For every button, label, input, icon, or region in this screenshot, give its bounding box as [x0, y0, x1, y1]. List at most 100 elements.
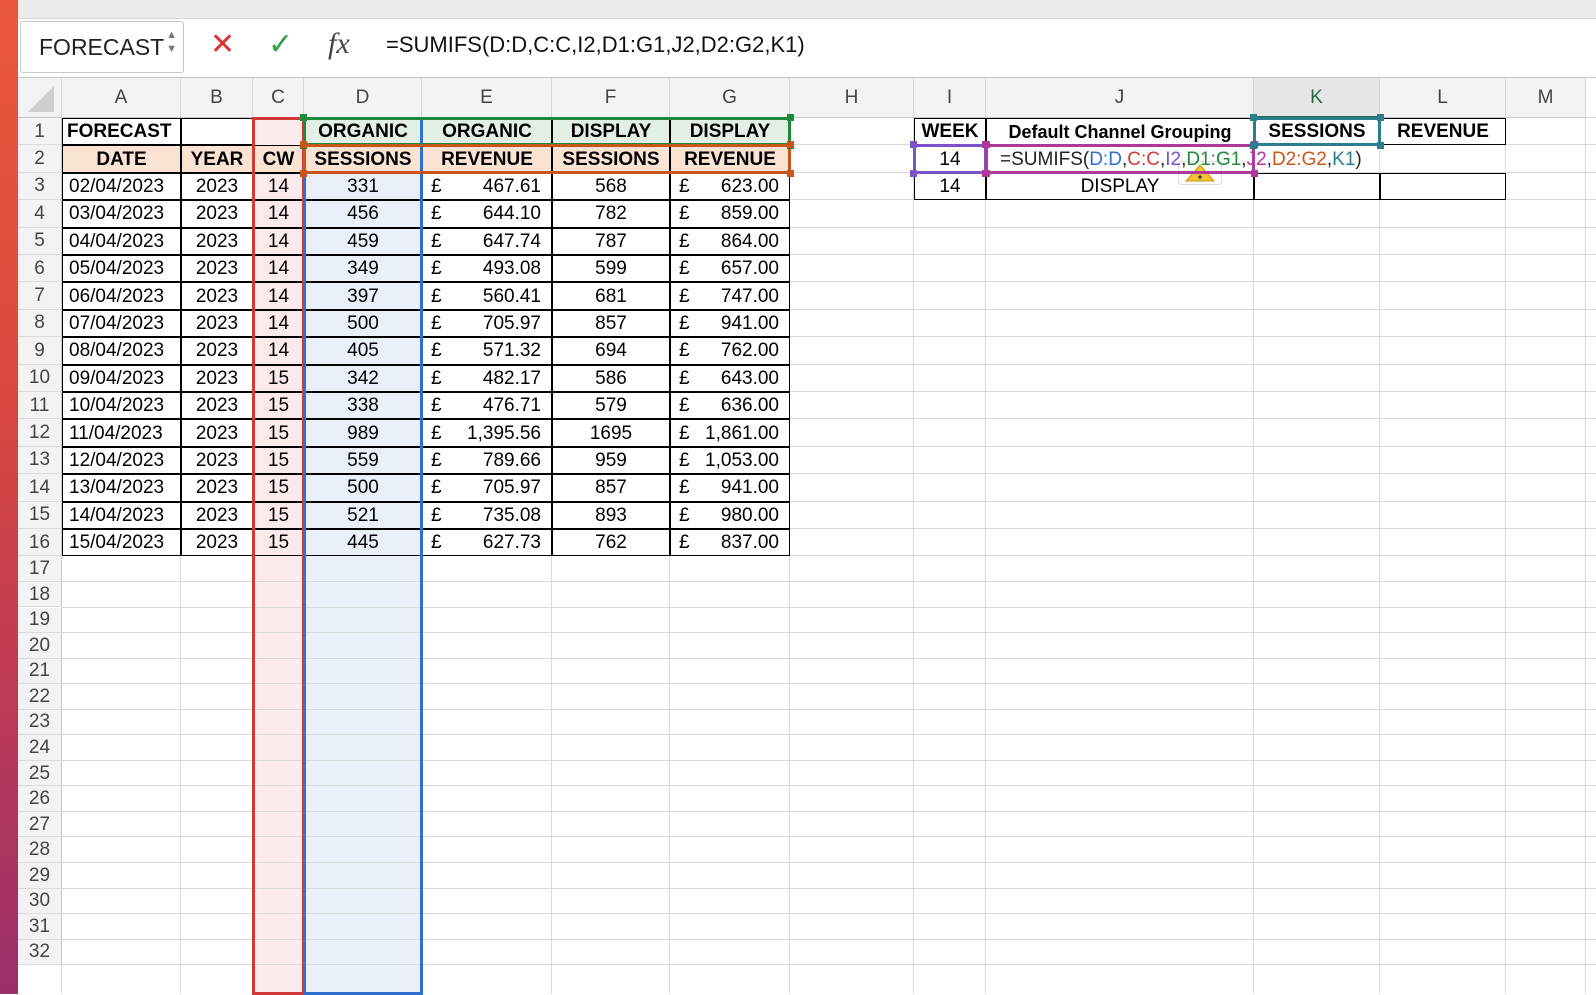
select-all-corner[interactable] [18, 78, 62, 118]
cell-date[interactable]: 12/04/2023 [62, 446, 181, 475]
row-header[interactable]: 7 [18, 282, 62, 310]
cell-display-revenue[interactable]: £636.00 [670, 392, 790, 420]
enter-icon[interactable]: ✓ [268, 27, 293, 62]
cell-year[interactable]: 2023 [181, 337, 253, 365]
summary-week-i3[interactable]: 14 [914, 172, 986, 201]
row-header[interactable]: 21 [18, 658, 62, 685]
summary-sessions-k3[interactable] [1254, 172, 1380, 201]
row-header[interactable]: 6 [18, 255, 62, 283]
cell-display-revenue[interactable]: £941.00 [670, 474, 790, 502]
row-header[interactable]: 23 [18, 709, 62, 736]
column-header[interactable]: J [986, 78, 1254, 118]
row-header[interactable]: 29 [18, 863, 62, 889]
resize-handle[interactable] [1250, 142, 1257, 150]
cell-display-revenue[interactable]: £747.00 [670, 282, 790, 310]
column-header[interactable]: I [914, 78, 986, 118]
cell-display-sessions[interactable]: 787 [552, 227, 670, 255]
formula-input[interactable]: =SUMIFS(D:D,C:C,I2,D1:G1,J2,D2:G2,K1) [386, 32, 805, 58]
cell-organic-revenue[interactable]: £482.17 [422, 364, 552, 392]
resize-handle[interactable] [787, 141, 794, 149]
insert-function-icon[interactable]: fx [328, 27, 350, 61]
cell-display-revenue[interactable]: £941.00 [670, 309, 790, 338]
column-header[interactable]: A [62, 78, 181, 118]
cell-display-revenue[interactable]: £623.00 [670, 172, 790, 201]
row-header[interactable]: 22 [18, 684, 62, 710]
cell-year[interactable]: 2023 [181, 364, 253, 392]
cell-display-sessions[interactable]: 893 [552, 501, 670, 529]
cell-display-revenue[interactable]: £864.00 [670, 227, 790, 255]
row-header[interactable]: 31 [18, 914, 62, 940]
row-header[interactable]: 19 [18, 607, 62, 634]
cell-year[interactable]: 2023 [181, 446, 253, 475]
row-header[interactable]: 13 [18, 446, 62, 475]
cell-display-sessions[interactable]: 959 [552, 446, 670, 475]
row-header[interactable]: 16 [18, 529, 62, 557]
resize-handle[interactable] [910, 169, 917, 177]
row-header[interactable]: 5 [18, 227, 62, 255]
cell-year[interactable]: 2023 [181, 474, 253, 502]
cell-a2[interactable]: DATE [62, 145, 181, 173]
row-header[interactable]: 11 [18, 392, 62, 420]
cell-date[interactable]: 11/04/2023 [62, 419, 181, 447]
row-header[interactable]: 18 [18, 581, 62, 608]
resize-handle[interactable] [300, 169, 307, 177]
cell-display-revenue[interactable]: £762.00 [670, 337, 790, 365]
row-header[interactable]: 26 [18, 786, 62, 812]
cell-date[interactable]: 09/04/2023 [62, 364, 181, 392]
resize-handle[interactable] [1251, 169, 1258, 177]
cell-date[interactable]: 05/04/2023 [62, 255, 181, 283]
resize-handle[interactable] [910, 141, 917, 149]
cell-display-sessions[interactable]: 568 [552, 172, 670, 201]
resize-handle[interactable] [787, 114, 794, 121]
row-header[interactable]: 4 [18, 200, 62, 228]
row-header[interactable]: 28 [18, 837, 62, 863]
cell-organic-revenue[interactable]: £1,395.56 [422, 419, 552, 447]
cell-display-sessions[interactable]: 857 [552, 309, 670, 338]
cell-display-revenue[interactable]: £837.00 [670, 529, 790, 557]
row-header[interactable]: 20 [18, 633, 62, 659]
row-header[interactable]: 10 [18, 364, 62, 392]
cell-display-revenue[interactable]: £657.00 [670, 255, 790, 283]
resize-handle[interactable] [982, 169, 989, 177]
column-header[interactable]: G [670, 78, 790, 118]
cell-display-revenue[interactable]: £980.00 [670, 501, 790, 529]
cell-date[interactable]: 10/04/2023 [62, 392, 181, 420]
cell-date[interactable]: 08/04/2023 [62, 337, 181, 365]
cell-display-revenue[interactable]: £643.00 [670, 364, 790, 392]
resize-handle[interactable] [1377, 142, 1384, 150]
cell-year[interactable]: 2023 [181, 172, 253, 201]
cell-display-sessions[interactable]: 579 [552, 392, 670, 420]
row-header[interactable]: 2 [18, 145, 62, 173]
column-header[interactable]: M [1506, 78, 1586, 118]
row-header[interactable]: 25 [18, 760, 62, 787]
cell-display-sessions[interactable]: 762 [552, 529, 670, 557]
cell-date[interactable]: 15/04/2023 [62, 529, 181, 557]
summary-header[interactable]: REVENUE [1380, 118, 1506, 146]
cell-organic-revenue[interactable]: £647.74 [422, 227, 552, 255]
resize-handle[interactable] [1377, 114, 1384, 121]
name-box[interactable]: FORECAST ▲ ▼ [20, 21, 184, 73]
cell-display-revenue[interactable]: £1,861.00 [670, 419, 790, 447]
cell-b2[interactable]: YEAR [181, 145, 253, 173]
cell-organic-revenue[interactable]: £789.66 [422, 446, 552, 475]
cell-organic-revenue[interactable]: £493.08 [422, 255, 552, 283]
row-header[interactable]: 8 [18, 309, 62, 338]
cell-organic-revenue[interactable]: £560.41 [422, 282, 552, 310]
row-header[interactable]: 12 [18, 419, 62, 447]
cell-display-sessions[interactable]: 1695 [552, 419, 670, 447]
column-header[interactable]: F [552, 78, 670, 118]
summary-revenue-l3[interactable] [1380, 172, 1506, 201]
cell-date[interactable]: 14/04/2023 [62, 501, 181, 529]
cell-date[interactable]: 07/04/2023 [62, 309, 181, 338]
cell-display-sessions[interactable]: 586 [552, 364, 670, 392]
row-header[interactable]: 32 [18, 939, 62, 966]
column-header[interactable]: H [790, 78, 914, 118]
cell-b1[interactable] [181, 118, 253, 146]
cell-year[interactable]: 2023 [181, 255, 253, 283]
cell-date[interactable]: 06/04/2023 [62, 282, 181, 310]
cell-date[interactable]: 02/04/2023 [62, 172, 181, 201]
resize-handle[interactable] [1250, 114, 1257, 121]
cell-display-sessions[interactable]: 681 [552, 282, 670, 310]
cell-year[interactable]: 2023 [181, 227, 253, 255]
cell-year[interactable]: 2023 [181, 309, 253, 338]
